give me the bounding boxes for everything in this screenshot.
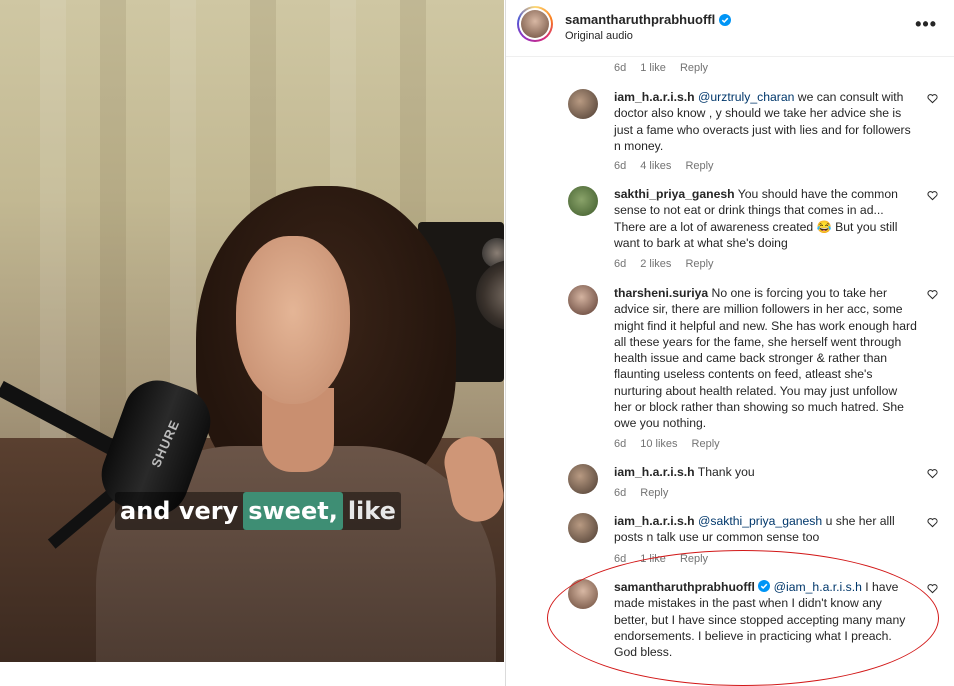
like-heart-icon[interactable] — [927, 517, 938, 528]
comment-mention[interactable]: @iam_h.a.r.i.s.h — [774, 580, 862, 594]
reply-button[interactable]: Reply — [680, 553, 708, 565]
comment-username[interactable]: samantharuthprabhuoffl — [614, 580, 755, 594]
comment-meta: 6d 4 likes Reply — [614, 160, 714, 172]
comment-text: iam_h.a.r.i.s.h @sakthi_priya_ganesh u s… — [614, 513, 918, 546]
comment-likes[interactable]: 10 likes — [640, 438, 677, 450]
reply-button[interactable]: Reply — [685, 258, 713, 270]
comment-time: 6d — [614, 438, 627, 450]
caption-word: like — [347, 497, 396, 525]
comment-text: samantharuthprabhuoffl @iam_h.a.r.i.s.h … — [614, 579, 918, 660]
avatar[interactable] — [568, 513, 598, 543]
person-face — [236, 236, 350, 404]
comment-time: 6d — [614, 487, 627, 499]
avatar[interactable] — [568, 579, 598, 609]
speaker-woofer — [476, 260, 504, 330]
avatar — [521, 10, 549, 38]
like-heart-icon[interactable] — [927, 583, 938, 594]
comment-meta: 6d 1 like Reply — [614, 553, 708, 565]
verified-badge-icon — [758, 580, 771, 592]
video-caption: and very sweet, like — [115, 492, 401, 530]
comment-username[interactable]: iam_h.a.r.i.s.h — [614, 514, 695, 528]
comment-text: iam_h.a.r.i.s.h Thank you — [614, 464, 918, 480]
reply-button[interactable]: Reply — [685, 160, 713, 172]
comment-username[interactable]: iam_h.a.r.i.s.h — [614, 465, 695, 479]
comment-text: sakthi_priya_ganesh You should have the … — [614, 186, 918, 251]
reply-button[interactable]: Reply — [692, 438, 720, 450]
comment-meta: 6d Reply — [614, 487, 668, 499]
avatar[interactable] — [568, 285, 598, 315]
header-username[interactable]: samantharuthprabhuoffl — [565, 12, 715, 27]
comments-panel: samantharuthprabhuoffl Original audio ••… — [505, 0, 954, 686]
reply-button[interactable]: Reply — [640, 487, 668, 499]
post-header: samantharuthprabhuoffl Original audio ••… — [506, 0, 954, 57]
caption-word: and very — [120, 497, 239, 525]
comment-body: No one is forcing you to take her advice… — [614, 286, 917, 431]
comment-body: Thank you — [694, 465, 755, 479]
comment-likes[interactable]: 2 likes — [640, 258, 671, 270]
verified-badge-icon — [719, 13, 732, 26]
comment-text: tharsheni.suriya No one is forcing you t… — [614, 285, 918, 432]
story-ring-avatar[interactable] — [517, 6, 553, 42]
comment-username[interactable]: sakthi_priya_ganesh — [614, 187, 735, 201]
comment-likes[interactable]: 1 like — [640, 553, 666, 565]
avatar[interactable] — [568, 89, 598, 119]
video-frame[interactable]: SHURE and very sweet, like — [0, 0, 504, 662]
header-audio[interactable]: Original audio — [565, 30, 633, 42]
header-username-row: samantharuthprabhuoffl — [565, 12, 732, 27]
like-heart-icon[interactable] — [927, 468, 938, 479]
comment-likes[interactable]: 4 likes — [640, 160, 671, 172]
comment-likes[interactable]: 1 like — [640, 62, 666, 74]
comment-meta: 6d 1 like Reply — [614, 62, 708, 74]
avatar[interactable] — [568, 464, 598, 494]
comment-username[interactable]: iam_h.a.r.i.s.h — [614, 90, 695, 104]
more-options-icon[interactable]: ••• — [915, 14, 937, 35]
caption-word-highlight: sweet, — [243, 492, 343, 530]
like-heart-icon[interactable] — [927, 289, 938, 300]
comment-time: 6d — [614, 62, 627, 74]
comment-username[interactable]: tharsheni.suriya — [614, 286, 708, 300]
comment-time: 6d — [614, 160, 627, 172]
comment-mention[interactable]: @sakthi_priya_ganesh — [698, 514, 822, 528]
reply-button[interactable]: Reply — [680, 62, 708, 74]
comment-time: 6d — [614, 258, 627, 270]
like-heart-icon[interactable] — [927, 190, 938, 201]
comment-meta: 6d 2 likes Reply — [614, 258, 714, 270]
avatar[interactable] — [568, 186, 598, 216]
comment-meta: 6d 10 likes Reply — [614, 438, 720, 450]
like-heart-icon[interactable] — [927, 93, 938, 104]
comment-time: 6d — [614, 553, 627, 565]
comment-text: iam_h.a.r.i.s.h @urztruly_charan we can … — [614, 89, 918, 154]
comment-mention[interactable]: @urztruly_charan — [698, 90, 794, 104]
